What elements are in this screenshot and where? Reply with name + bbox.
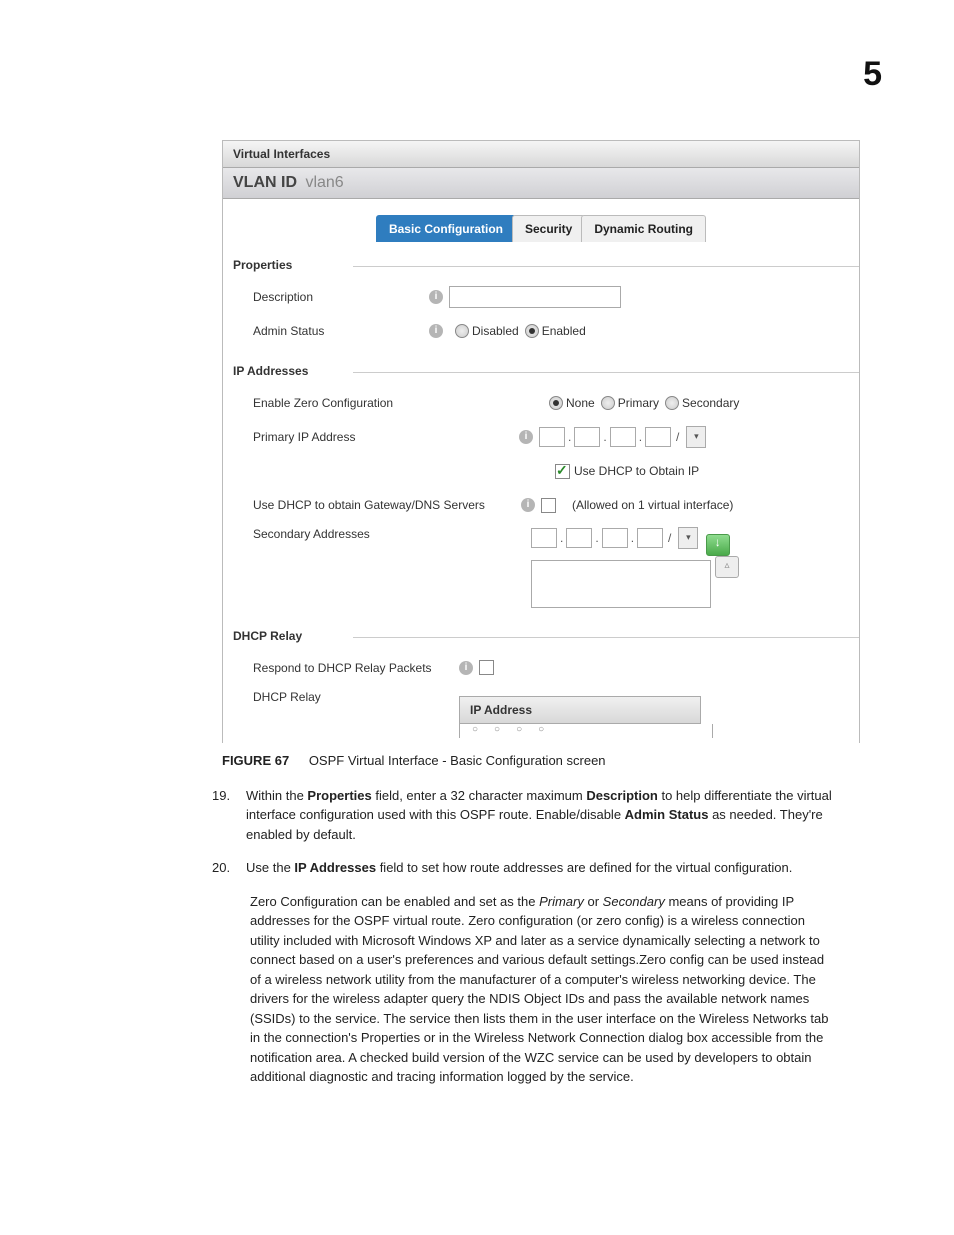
figure-label: FIGURE 67 <box>222 753 289 768</box>
step-20: 20. Use the IP Addresses field to set ho… <box>246 858 836 878</box>
description-label: Description <box>253 290 423 304</box>
secondary-addresses-label: Secondary Addresses <box>253 527 531 541</box>
zero-config-label: Enable Zero Configuration <box>253 396 543 410</box>
radio-disabled-label: Disabled <box>472 324 519 338</box>
radio-enabled[interactable] <box>525 324 539 338</box>
body-paragraph: Zero Configuration can be enabled and se… <box>250 892 836 1087</box>
step-number: 20. <box>212 858 230 878</box>
section-ip-addresses: IP Addresses <box>223 354 859 380</box>
primary-ip-label: Primary IP Address <box>253 430 513 444</box>
respond-relay-checkbox[interactable] <box>479 660 494 675</box>
use-dhcp-gw-label: Use DHCP to obtain Gateway/DNS Servers <box>253 498 515 512</box>
tab-basic-configuration[interactable]: Basic Configuration <box>376 215 516 242</box>
config-panel: Virtual Interfaces VLAN ID vlan6 Basic C… <box>222 140 860 743</box>
info-icon[interactable]: i <box>429 324 443 338</box>
admin-status-label: Admin Status <box>253 324 423 338</box>
page-number: 5 <box>863 55 882 94</box>
up-icon[interactable]: ▵ <box>715 556 739 578</box>
dhcp-relay-label: DHCP Relay <box>253 690 459 704</box>
dropdown-icon[interactable]: ▾ <box>678 527 698 549</box>
info-icon[interactable]: i <box>429 290 443 304</box>
radio-none[interactable] <box>549 396 563 410</box>
info-icon[interactable]: i <box>521 498 535 512</box>
info-icon[interactable]: i <box>519 430 533 444</box>
section-dhcp-relay: DHCP Relay <box>223 619 859 645</box>
radio-enabled-label: Enabled <box>542 324 586 338</box>
radio-primary[interactable] <box>601 396 615 410</box>
add-icon[interactable] <box>706 534 730 556</box>
respond-relay-label: Respond to DHCP Relay Packets <box>253 661 453 675</box>
dropdown-icon[interactable]: ▾ <box>686 426 706 448</box>
radio-none-label: None <box>566 396 595 410</box>
figure-caption: FIGURE 67 OSPF Virtual Interface - Basic… <box>222 753 894 768</box>
vlan-id-value: vlan6 <box>305 174 343 191</box>
table-row: ○○○○ <box>459 724 713 738</box>
secondary-addresses-list[interactable] <box>531 560 711 608</box>
radio-secondary[interactable] <box>665 396 679 410</box>
radio-secondary-label: Secondary <box>682 396 739 410</box>
info-icon[interactable]: i <box>459 661 473 675</box>
step-19: 19. Within the Properties field, enter a… <box>246 786 836 845</box>
tab-strip: Basic ConfigurationSecurityDynamic Routi… <box>223 199 859 248</box>
step-number: 19. <box>212 786 230 806</box>
tab-security[interactable]: Security <box>512 215 585 242</box>
vlan-id-label: VLAN ID <box>233 174 297 191</box>
vlan-header: VLAN ID vlan6 <box>223 168 859 199</box>
tab-dynamic-routing[interactable]: Dynamic Routing <box>581 215 706 242</box>
primary-ip-input[interactable]: ... / ▾ <box>539 426 706 448</box>
section-properties: Properties <box>223 248 859 274</box>
description-input[interactable] <box>449 286 621 308</box>
secondary-ip-input[interactable]: ... / ▾ <box>531 527 698 549</box>
use-dhcp-ip-checkbox[interactable] <box>555 464 570 479</box>
panel-title: Virtual Interfaces <box>223 141 859 168</box>
figure-text: OSPF Virtual Interface - Basic Configura… <box>309 753 606 768</box>
use-dhcp-ip-label: Use DHCP to Obtain IP <box>574 464 699 478</box>
radio-primary-label: Primary <box>618 396 659 410</box>
ip-address-column-header: IP Address <box>459 696 701 724</box>
allowed-note: (Allowed on 1 virtual interface) <box>572 498 733 512</box>
radio-disabled[interactable] <box>455 324 469 338</box>
use-dhcp-gw-checkbox[interactable] <box>541 498 556 513</box>
